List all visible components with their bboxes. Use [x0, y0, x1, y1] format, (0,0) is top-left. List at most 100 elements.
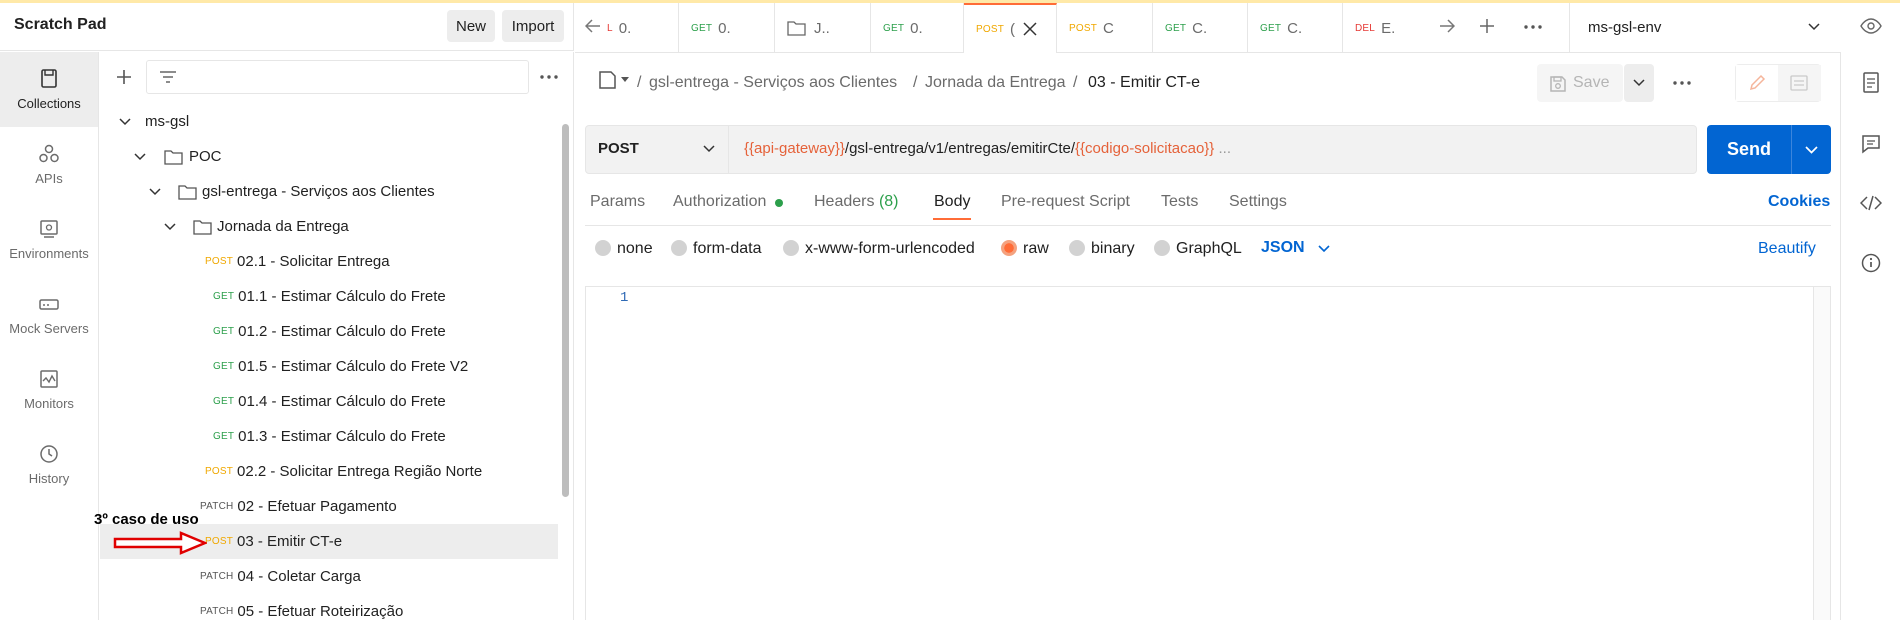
filter-input[interactable] — [146, 60, 529, 94]
format-select[interactable]: JSON — [1261, 239, 1305, 257]
add-collection-icon[interactable] — [115, 68, 133, 86]
tab[interactable]: GET 0. — [871, 3, 964, 53]
tabs-more-icon[interactable] — [1524, 25, 1542, 29]
documentation-icon[interactable] — [1862, 72, 1880, 94]
tab[interactable]: J.. — [775, 3, 871, 53]
rail-label: History — [28, 471, 70, 486]
tab-headers[interactable]: Headers (8) — [814, 193, 899, 211]
eye-icon[interactable] — [1860, 18, 1882, 34]
rail-monitors[interactable]: Monitors — [0, 352, 98, 427]
edit-mode-button[interactable] — [1736, 65, 1778, 101]
monitors-icon — [40, 370, 58, 388]
tab-body[interactable]: Body — [934, 193, 970, 211]
edit-toggle[interactable] — [1735, 64, 1821, 102]
url-overflow: ... — [1214, 140, 1231, 157]
tab-label: C. — [1287, 19, 1303, 37]
tab[interactable]: GET C. — [1153, 3, 1248, 53]
environment-select[interactable]: ms-gsl-env — [1570, 3, 1825, 53]
send-button[interactable]: Send — [1707, 125, 1831, 174]
breadcrumb-item[interactable]: gsl-entrega - Serviços aos Clientes — [649, 74, 897, 92]
tree-request[interactable]: PATCH 04 - Coletar Carga — [100, 559, 558, 594]
method-badge: POST — [1069, 22, 1098, 34]
new-tab-icon[interactable] — [1479, 18, 1495, 34]
tab-tests[interactable]: Tests — [1161, 193, 1198, 211]
tree-folder-jornada[interactable]: Jornada da Entrega — [100, 209, 558, 244]
radio-urlencoded[interactable] — [783, 240, 799, 256]
chevron-down-icon — [134, 152, 146, 160]
rail-collections[interactable]: Collections — [0, 52, 98, 127]
save-dropdown-button[interactable] — [1624, 64, 1654, 102]
radio-binary[interactable] — [1069, 240, 1085, 256]
method-badge: GET — [213, 291, 235, 302]
tree-folder-poc[interactable]: POC — [100, 139, 558, 174]
tree-folder-gsl-entrega[interactable]: gsl-entrega - Serviços aos Clientes — [100, 174, 558, 209]
tree-collection-ms-gsl[interactable]: ms-gsl — [100, 104, 558, 139]
rail-environments[interactable]: Environments — [0, 202, 98, 277]
comments-icon[interactable] — [1861, 134, 1881, 154]
sidebar-more-icon[interactable] — [540, 75, 558, 79]
tab-back-icon[interactable] — [585, 19, 601, 33]
method-select[interactable]: POST — [585, 125, 729, 174]
chevron-down-icon[interactable] — [1805, 146, 1818, 154]
tab[interactable]: GET 0. — [679, 3, 775, 53]
breadcrumb-item[interactable]: Jornada da Entrega — [925, 74, 1066, 92]
tab[interactable]: L 0. — [605, 3, 679, 53]
doc-mode-button[interactable] — [1778, 65, 1821, 101]
history-icon — [40, 445, 58, 463]
request-type-icon[interactable] — [598, 70, 634, 90]
rail-mock-servers[interactable]: Mock Servers — [0, 277, 98, 352]
save-button[interactable]: Save — [1537, 64, 1623, 102]
workspace-title[interactable]: Scratch Pad — [14, 16, 106, 34]
body-editor[interactable] — [585, 286, 1831, 620]
sidebar-scrollbar[interactable] — [562, 124, 569, 497]
folder-icon — [787, 21, 806, 36]
tab-label: C. — [1192, 19, 1208, 37]
breadcrumb-current[interactable]: 03 - Emitir CT-e — [1088, 74, 1200, 92]
radio-form-data[interactable] — [671, 240, 687, 256]
radio-none[interactable] — [595, 240, 611, 256]
tab-authorization[interactable]: Authorization — [673, 193, 766, 211]
tree-request[interactable]: GET 01.4 - Estimar Cálculo do Frete — [100, 384, 558, 419]
rail-label: Collections — [17, 96, 81, 111]
info-icon[interactable] — [1861, 253, 1881, 273]
radio-urlencoded-label: x-www-form-urlencoded — [805, 240, 975, 257]
method-badge: PATCH — [200, 571, 234, 582]
tab-label: E. — [1381, 19, 1396, 37]
tab[interactable]: DEL E. — [1343, 3, 1435, 53]
tree-request[interactable]: POST 02.2 - Solicitar Entrega Região Nort… — [100, 454, 558, 489]
tab-forward-icon[interactable] — [1439, 19, 1455, 33]
import-button[interactable]: Import — [502, 10, 564, 42]
tab-prerequest[interactable]: Pre-request Script — [1001, 193, 1130, 211]
rail-label: Mock Servers — [9, 321, 89, 336]
chevron-down-icon[interactable] — [1318, 245, 1330, 253]
radio-raw-selected[interactable] — [1001, 240, 1017, 256]
tree-request[interactable]: GET 01.3 - Estimar Cálculo do Frete — [100, 419, 558, 454]
method-badge: GET — [213, 361, 235, 372]
tab-params[interactable]: Params — [590, 193, 645, 211]
tree-request[interactable]: GET 01.1 - Estimar Cálculo do Frete — [100, 279, 558, 314]
code-icon[interactable] — [1860, 195, 1882, 211]
tree-request[interactable]: PATCH 05 - Efetuar Roteirização — [100, 594, 558, 620]
rail-label: Monitors — [24, 396, 74, 411]
tab-active[interactable]: POST ( — [964, 3, 1057, 53]
editor-scrollbar[interactable] — [1813, 287, 1830, 620]
tree-request[interactable]: GET 01.2 - Estimar Cálculo do Frete — [100, 314, 558, 349]
new-button[interactable]: New — [447, 10, 495, 42]
tree-request[interactable]: GET 01.5 - Estimar Cálculo do Frete V2 — [100, 349, 558, 384]
tree-request[interactable]: POST 02.1 - Solicitar Entrega — [100, 244, 558, 279]
breadcrumb-separator: / — [637, 74, 642, 91]
tab[interactable]: GET C. — [1248, 3, 1343, 53]
close-icon[interactable] — [1023, 22, 1037, 36]
url-input[interactable]: {{api-gateway}}/gsl-entrega/v1/entregas/… — [744, 140, 1231, 157]
send-label: Send — [1727, 139, 1772, 159]
rail-apis[interactable]: APIs — [0, 127, 98, 202]
radio-graphql[interactable] — [1154, 240, 1170, 256]
tab-settings[interactable]: Settings — [1229, 193, 1287, 211]
cookies-link[interactable]: Cookies — [1768, 193, 1830, 211]
request-more-icon[interactable] — [1673, 81, 1691, 85]
rail-history[interactable]: History — [0, 427, 98, 502]
save-label: Save — [1573, 74, 1610, 91]
beautify-link[interactable]: Beautify — [1758, 240, 1816, 258]
tree-label: 02.1 - Solicitar Entrega — [237, 253, 390, 270]
tab[interactable]: POST C — [1057, 3, 1153, 53]
